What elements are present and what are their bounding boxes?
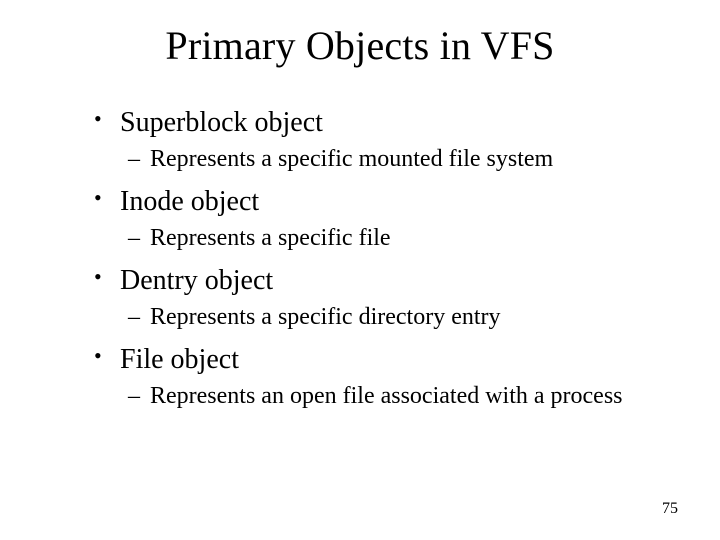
bullet-inode: Inode object bbox=[120, 184, 670, 219]
slide: Primary Objects in VFS Superblock object… bbox=[0, 0, 720, 540]
slide-content: Superblock object Represents a specific … bbox=[30, 105, 690, 411]
bullet-superblock: Superblock object bbox=[120, 105, 670, 140]
bullet-inode-desc: Represents a specific file bbox=[150, 223, 630, 253]
bullet-file: File object bbox=[120, 342, 670, 377]
slide-title: Primary Objects in VFS bbox=[30, 22, 690, 69]
bullet-file-desc: Represents an open file associated with … bbox=[150, 381, 630, 411]
page-number: 75 bbox=[662, 500, 678, 518]
bullet-dentry-desc: Represents a specific directory entry bbox=[150, 302, 630, 332]
bullet-dentry: Dentry object bbox=[120, 263, 670, 298]
bullet-superblock-desc: Represents a specific mounted file syste… bbox=[150, 144, 630, 174]
